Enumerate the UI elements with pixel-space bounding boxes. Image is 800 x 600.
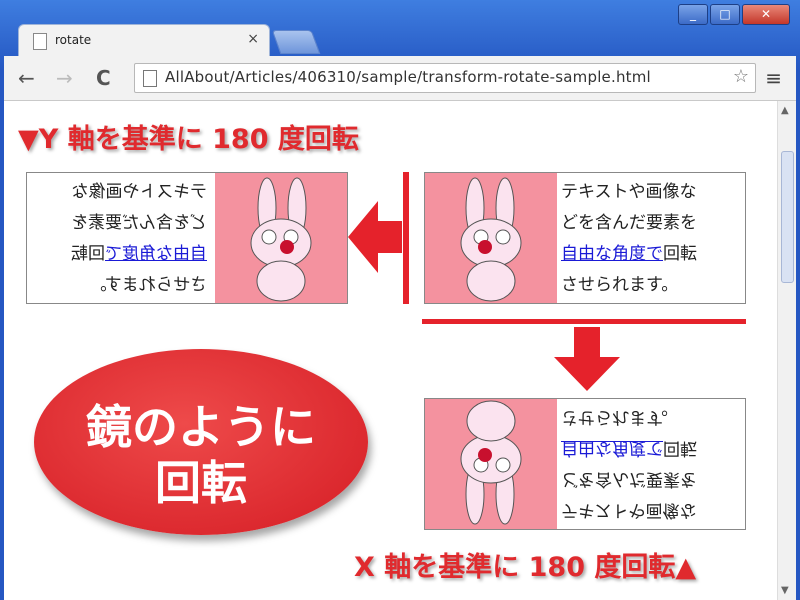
- bookmark-star-icon[interactable]: ☆: [733, 66, 749, 87]
- sample-text: テキストや画像な どを含んだ要素を 自由な角度で回転 させられます。: [561, 407, 697, 520]
- browser-window: _ □ ✕ rotate × ← → C AllAbout/Articles/4…: [0, 0, 800, 600]
- maximize-button[interactable]: □: [710, 4, 740, 25]
- address-bar[interactable]: AllAbout/Articles/406310/sample/transfor…: [134, 63, 756, 93]
- page-icon: [143, 70, 157, 87]
- sample-box-x-flipped: テキストや画像な どを含んだ要素を 自由な角度で回転 させられます。: [424, 398, 746, 530]
- horizontal-divider: [422, 319, 746, 324]
- new-tab-button[interactable]: [271, 30, 321, 54]
- sample-link[interactable]: 自由な角度で: [561, 438, 663, 458]
- rabbit-icon: [460, 177, 522, 302]
- sample-text: テキストや画像な どを含んだ要素を 自由な角度で回転 させられます。: [71, 182, 207, 295]
- document-icon: [33, 33, 47, 50]
- rabbit-icon: [460, 400, 522, 525]
- close-tab-icon[interactable]: ×: [247, 31, 259, 47]
- sample-text: テキストや画像な どを含んだ要素を 自由な角度で回転 させられます。: [561, 182, 697, 295]
- callout-line-2: 回転: [155, 456, 247, 510]
- sample-box-y-flipped: テキストや画像な どを含んだ要素を 自由な角度で回転 させられます。: [26, 172, 348, 304]
- minimize-button[interactable]: _: [678, 4, 708, 25]
- reload-icon[interactable]: C: [96, 66, 111, 90]
- rabbit-image: [215, 173, 347, 303]
- tab-title: rotate: [55, 33, 92, 47]
- rabbit-image: [425, 173, 557, 303]
- sample-box-original: テキストや画像な どを含んだ要素を 自由な角度で回転 させられます。: [424, 172, 746, 304]
- url-text[interactable]: AllAbout/Articles/406310/sample/transfor…: [165, 68, 651, 86]
- scroll-thumb[interactable]: [781, 151, 794, 283]
- sample-link[interactable]: 自由な角度で: [105, 244, 207, 264]
- arrow-down-icon: [554, 327, 620, 391]
- heading-y-axis: ▼Y 軸を基準に 180 度回転: [18, 124, 359, 155]
- close-window-button[interactable]: ✕: [742, 4, 790, 25]
- title-bar: _ □ ✕ rotate ×: [0, 0, 800, 57]
- vertical-scrollbar[interactable]: ▲ ▼: [777, 101, 796, 600]
- back-icon[interactable]: ←: [18, 66, 35, 90]
- window-controls: _ □ ✕: [678, 4, 790, 25]
- sample-link[interactable]: 自由な角度で: [561, 244, 663, 264]
- page-content: ▼Y 軸を基準に 180 度回転 テキストや画像な どを含んだ要素を 自由な角度…: [4, 101, 796, 600]
- heading-x-axis: X 軸を基準に 180 度回転▲: [354, 552, 697, 583]
- forward-icon[interactable]: →: [56, 66, 73, 90]
- scroll-down-icon[interactable]: ▼: [781, 585, 789, 596]
- menu-icon[interactable]: ≡: [765, 66, 782, 90]
- rabbit-icon: [250, 177, 312, 302]
- mirror-callout: 鏡のように 回転: [34, 349, 368, 535]
- rabbit-image: [425, 399, 557, 529]
- tab-rotate[interactable]: rotate ×: [18, 24, 270, 57]
- browser-toolbar: ← → C AllAbout/Articles/406310/sample/tr…: [4, 56, 796, 101]
- scroll-up-icon[interactable]: ▲: [781, 105, 789, 116]
- arrow-left-icon: [348, 201, 402, 273]
